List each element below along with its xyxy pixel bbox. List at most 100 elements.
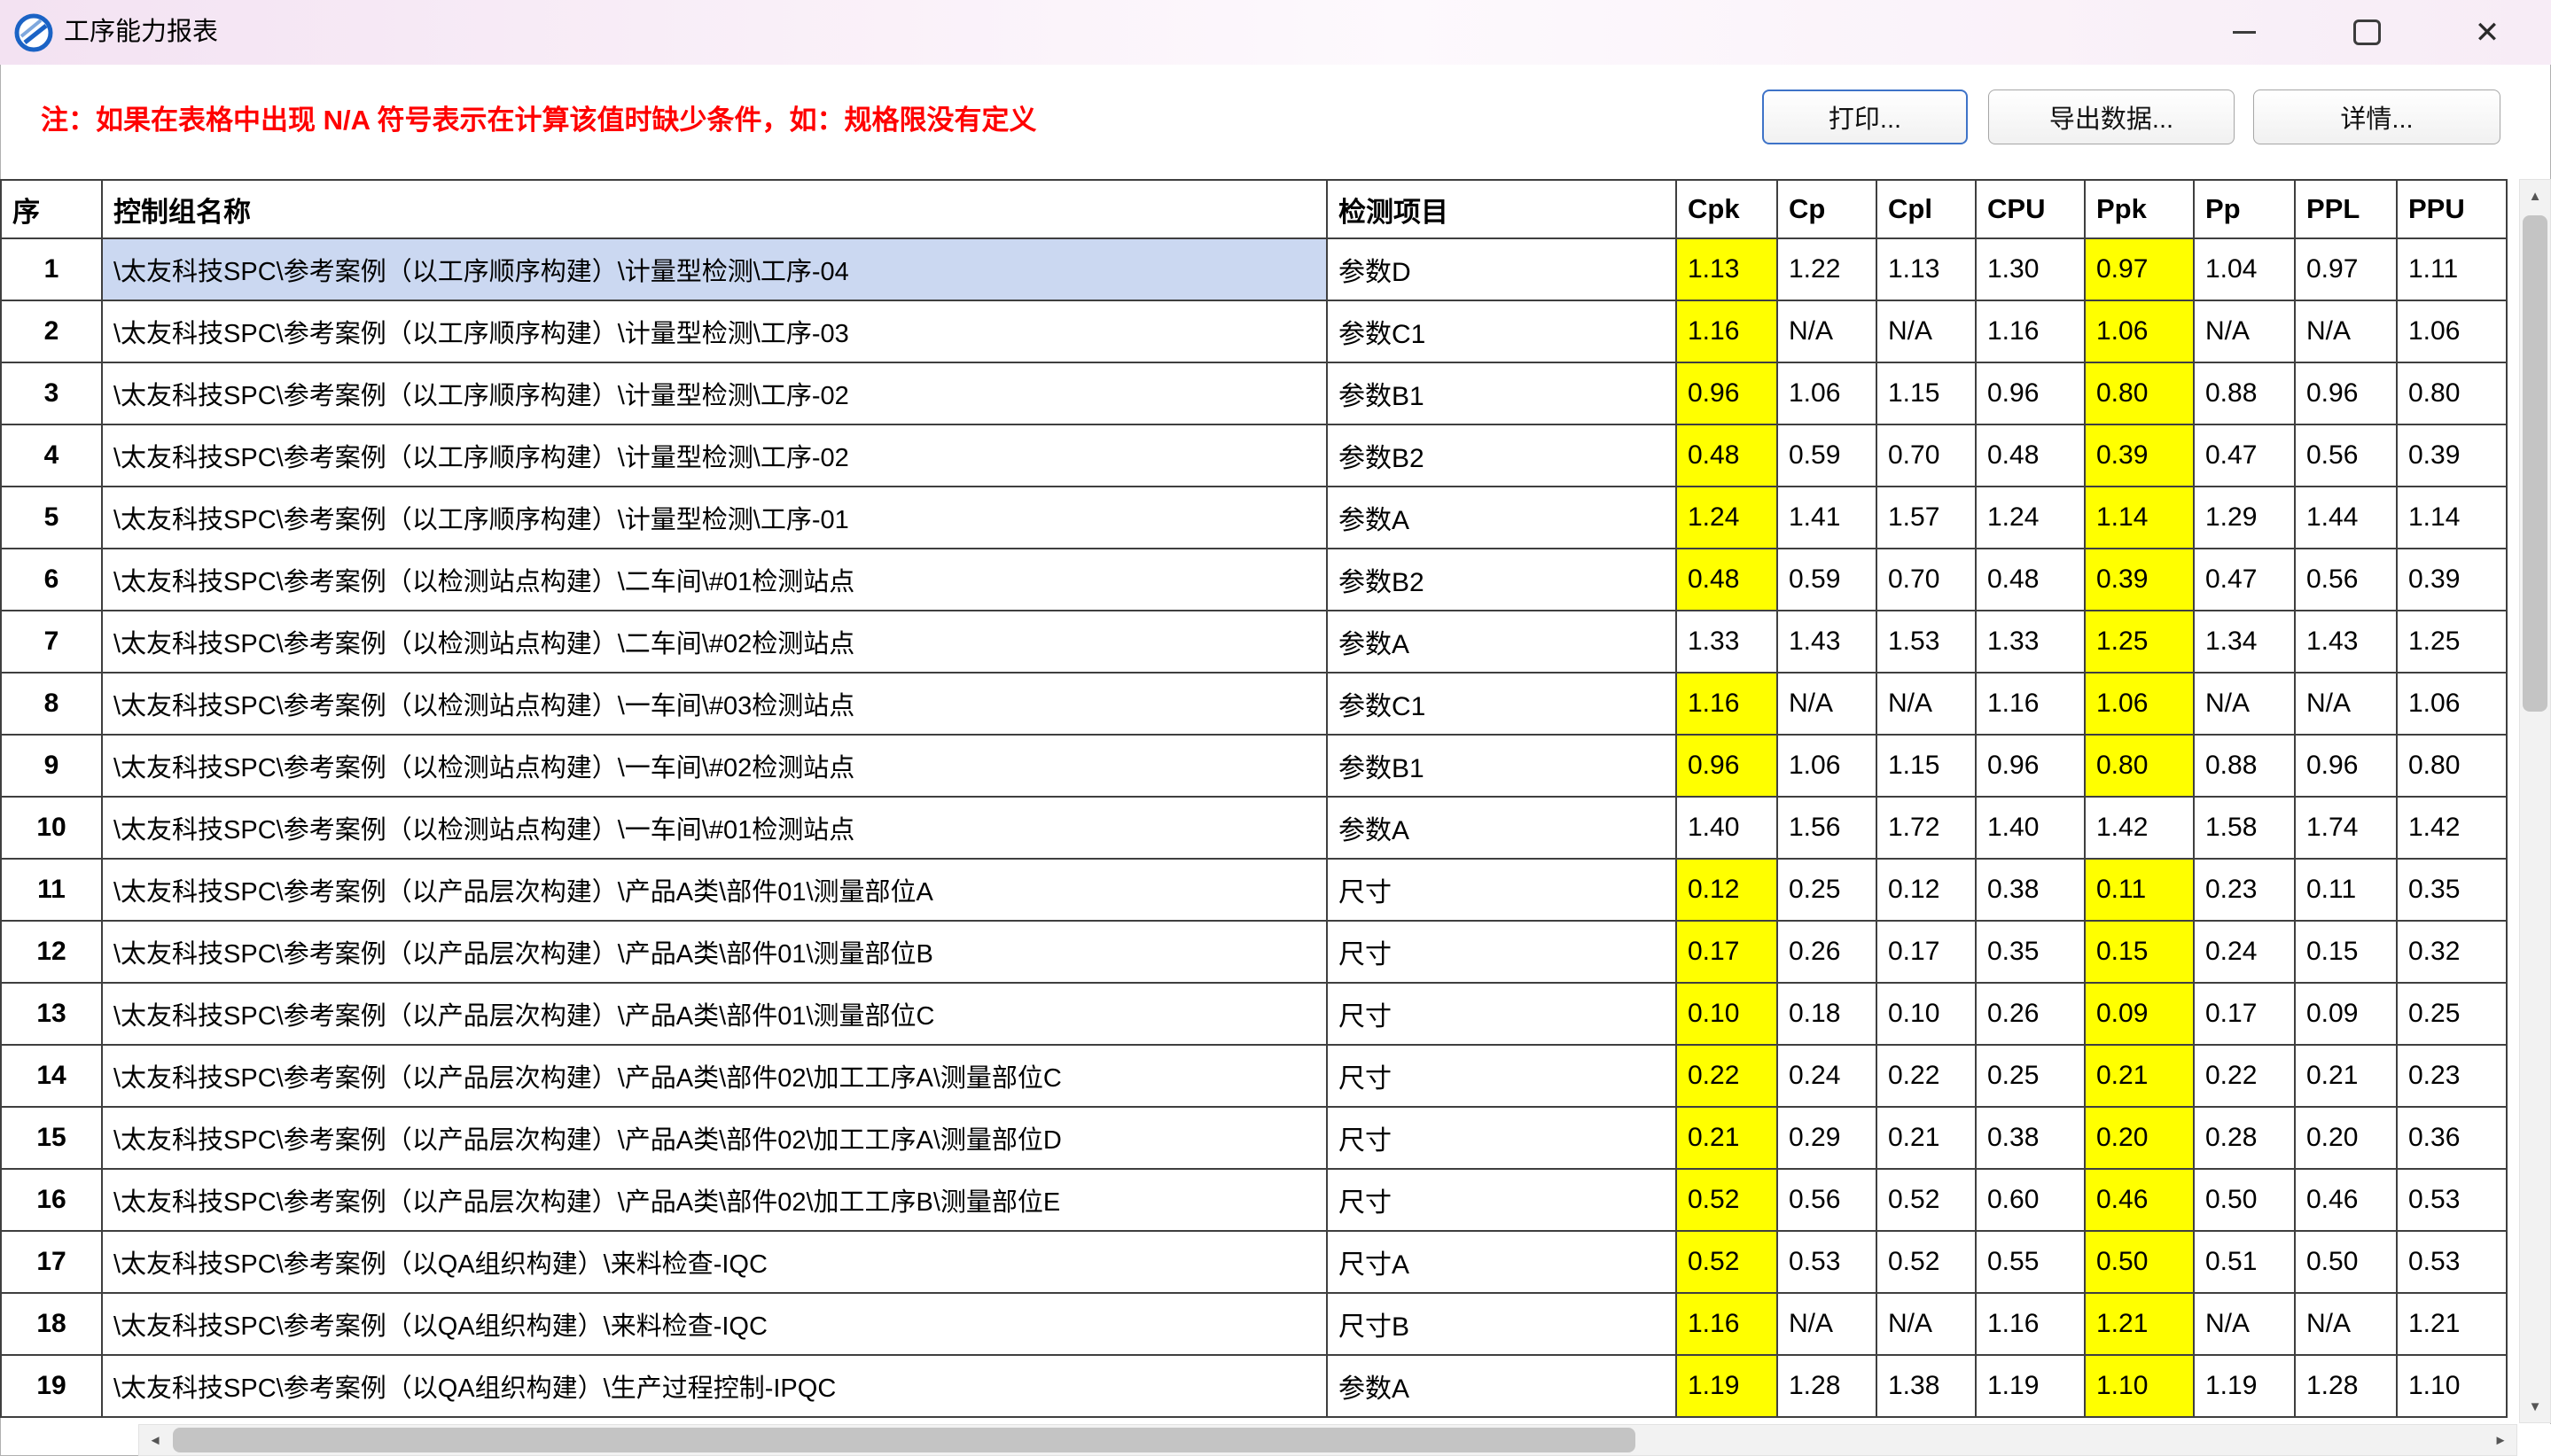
- ppk-cell[interactable]: 0.50: [2085, 1231, 2194, 1293]
- pp-cell[interactable]: 1.34: [2194, 611, 2295, 673]
- horizontal-scrollbar[interactable]: ◄ ►: [138, 1424, 2517, 1456]
- table-row[interactable]: 10\太友科技SPC\参考案例（以检测站点构建）\一车间\#01检测站点参数A1…: [1, 797, 2507, 859]
- row-number-cell[interactable]: 14: [1, 1045, 102, 1107]
- inspection-item-cell[interactable]: 参数A: [1327, 1355, 1676, 1417]
- control-group-name-cell[interactable]: \太友科技SPC\参考案例（以工序顺序构建）\计量型检测\工序-02: [102, 424, 1327, 487]
- ppk-cell[interactable]: 1.21: [2085, 1293, 2194, 1355]
- table-row[interactable]: 16\太友科技SPC\参考案例（以产品层次构建）\产品A类\部件02\加工工序B…: [1, 1169, 2507, 1231]
- ppu-cell[interactable]: 0.36: [2397, 1107, 2507, 1169]
- ppk-cell[interactable]: 1.06: [2085, 300, 2194, 362]
- cpl-cell[interactable]: 1.53: [1876, 611, 1976, 673]
- inspection-item-cell[interactable]: 参数C1: [1327, 673, 1676, 735]
- table-row[interactable]: 6\太友科技SPC\参考案例（以检测站点构建）\二车间\#01检测站点参数B20…: [1, 549, 2507, 611]
- cp-cell[interactable]: N/A: [1777, 673, 1876, 735]
- row-number-cell[interactable]: 9: [1, 735, 102, 797]
- ppl-cell[interactable]: 0.56: [2295, 424, 2397, 487]
- cpk-cell[interactable]: 0.52: [1676, 1231, 1777, 1293]
- vertical-scrollbar[interactable]: ▲ ▼: [2519, 179, 2551, 1423]
- cpk-cell[interactable]: 0.52: [1676, 1169, 1777, 1231]
- cpk-cell[interactable]: 0.96: [1676, 362, 1777, 424]
- pp-cell[interactable]: N/A: [2194, 673, 2295, 735]
- cpk-cell[interactable]: 0.48: [1676, 549, 1777, 611]
- table-row[interactable]: 4\太友科技SPC\参考案例（以工序顺序构建）\计量型检测\工序-02参数B20…: [1, 424, 2507, 487]
- cpu-cell[interactable]: 1.16: [1976, 1293, 2085, 1355]
- ppl-cell[interactable]: 1.43: [2295, 611, 2397, 673]
- pp-cell[interactable]: 0.50: [2194, 1169, 2295, 1231]
- cpk-cell[interactable]: 0.22: [1676, 1045, 1777, 1107]
- minimize-button[interactable]: [2200, 0, 2289, 65]
- column-header-ppl[interactable]: PPL: [2295, 180, 2397, 238]
- pp-cell[interactable]: 1.19: [2194, 1355, 2295, 1417]
- export-data-button[interactable]: 导出数据...: [1988, 90, 2235, 144]
- pp-cell[interactable]: N/A: [2194, 1293, 2295, 1355]
- ppl-cell[interactable]: 0.56: [2295, 549, 2397, 611]
- control-group-name-cell[interactable]: \太友科技SPC\参考案例（以QA组织构建）\来料检查-IQC: [102, 1293, 1327, 1355]
- ppl-cell[interactable]: 0.50: [2295, 1231, 2397, 1293]
- ppk-cell[interactable]: 0.80: [2085, 735, 2194, 797]
- inspection-item-cell[interactable]: 参数A: [1327, 487, 1676, 549]
- ppl-cell[interactable]: 0.96: [2295, 735, 2397, 797]
- cpu-cell[interactable]: 1.40: [1976, 797, 2085, 859]
- column-header-cp[interactable]: Cp: [1777, 180, 1876, 238]
- cpl-cell[interactable]: 1.72: [1876, 797, 1976, 859]
- table-row[interactable]: 3\太友科技SPC\参考案例（以工序顺序构建）\计量型检测\工序-02参数B10…: [1, 362, 2507, 424]
- table-row[interactable]: 12\太友科技SPC\参考案例（以产品层次构建）\产品A类\部件01\测量部位B…: [1, 921, 2507, 983]
- cp-cell[interactable]: 1.28: [1777, 1355, 1876, 1417]
- cpu-cell[interactable]: 0.26: [1976, 983, 2085, 1045]
- control-group-name-cell[interactable]: \太友科技SPC\参考案例（以产品层次构建）\产品A类\部件02\加工工序A\测…: [102, 1107, 1327, 1169]
- cpk-cell[interactable]: 0.21: [1676, 1107, 1777, 1169]
- inspection-item-cell[interactable]: 参数B1: [1327, 362, 1676, 424]
- cpl-cell[interactable]: N/A: [1876, 1293, 1976, 1355]
- print-button[interactable]: 打印...: [1762, 90, 1968, 144]
- pp-cell[interactable]: 0.88: [2194, 362, 2295, 424]
- cpl-cell[interactable]: 1.15: [1876, 362, 1976, 424]
- ppu-cell[interactable]: 0.53: [2397, 1169, 2507, 1231]
- ppu-cell[interactable]: 0.39: [2397, 549, 2507, 611]
- ppu-cell[interactable]: 0.23: [2397, 1045, 2507, 1107]
- ppl-cell[interactable]: N/A: [2295, 673, 2397, 735]
- cpl-cell[interactable]: 0.21: [1876, 1107, 1976, 1169]
- column-header-name[interactable]: 控制组名称: [102, 180, 1327, 238]
- cpl-cell[interactable]: N/A: [1876, 673, 1976, 735]
- cp-cell[interactable]: 1.06: [1777, 735, 1876, 797]
- maximize-button[interactable]: [2322, 0, 2411, 65]
- pp-cell[interactable]: 0.23: [2194, 859, 2295, 921]
- ppk-cell[interactable]: 0.21: [2085, 1045, 2194, 1107]
- inspection-item-cell[interactable]: 参数A: [1327, 611, 1676, 673]
- table-row[interactable]: 18\太友科技SPC\参考案例（以QA组织构建）\来料检查-IQC尺寸B1.16…: [1, 1293, 2507, 1355]
- row-number-cell[interactable]: 11: [1, 859, 102, 921]
- ppk-cell[interactable]: 0.15: [2085, 921, 2194, 983]
- ppk-cell[interactable]: 0.11: [2085, 859, 2194, 921]
- cpl-cell[interactable]: 0.52: [1876, 1231, 1976, 1293]
- cp-cell[interactable]: 0.59: [1777, 424, 1876, 487]
- cpl-cell[interactable]: 0.70: [1876, 549, 1976, 611]
- cpl-cell[interactable]: 0.17: [1876, 921, 1976, 983]
- ppl-cell[interactable]: N/A: [2295, 1293, 2397, 1355]
- cpl-cell[interactable]: 0.22: [1876, 1045, 1976, 1107]
- row-number-cell[interactable]: 13: [1, 983, 102, 1045]
- cpl-cell[interactable]: 1.57: [1876, 487, 1976, 549]
- ppl-cell[interactable]: 0.21: [2295, 1045, 2397, 1107]
- row-number-cell[interactable]: 17: [1, 1231, 102, 1293]
- cpk-cell[interactable]: 1.16: [1676, 1293, 1777, 1355]
- cpl-cell[interactable]: 0.70: [1876, 424, 1976, 487]
- ppu-cell[interactable]: 1.06: [2397, 300, 2507, 362]
- cp-cell[interactable]: 0.24: [1777, 1045, 1876, 1107]
- ppk-cell[interactable]: 1.10: [2085, 1355, 2194, 1417]
- row-number-cell[interactable]: 15: [1, 1107, 102, 1169]
- row-number-cell[interactable]: 1: [1, 238, 102, 300]
- ppk-cell[interactable]: 0.20: [2085, 1107, 2194, 1169]
- cpk-cell[interactable]: 1.24: [1676, 487, 1777, 549]
- row-number-cell[interactable]: 19: [1, 1355, 102, 1417]
- inspection-item-cell[interactable]: 参数B2: [1327, 549, 1676, 611]
- pp-cell[interactable]: 1.04: [2194, 238, 2295, 300]
- cp-cell[interactable]: 0.26: [1777, 921, 1876, 983]
- cpk-cell[interactable]: 0.10: [1676, 983, 1777, 1045]
- control-group-name-cell[interactable]: \太友科技SPC\参考案例（以工序顺序构建）\计量型检测\工序-04: [102, 238, 1327, 300]
- pp-cell[interactable]: 0.51: [2194, 1231, 2295, 1293]
- vertical-scrollbar-thumb[interactable]: [2523, 215, 2547, 712]
- table-row[interactable]: 15\太友科技SPC\参考案例（以产品层次构建）\产品A类\部件02\加工工序A…: [1, 1107, 2507, 1169]
- cpk-cell[interactable]: 1.19: [1676, 1355, 1777, 1417]
- cpl-cell[interactable]: 1.15: [1876, 735, 1976, 797]
- control-group-name-cell[interactable]: \太友科技SPC\参考案例（以QA组织构建）\生产过程控制-IPQC: [102, 1355, 1327, 1417]
